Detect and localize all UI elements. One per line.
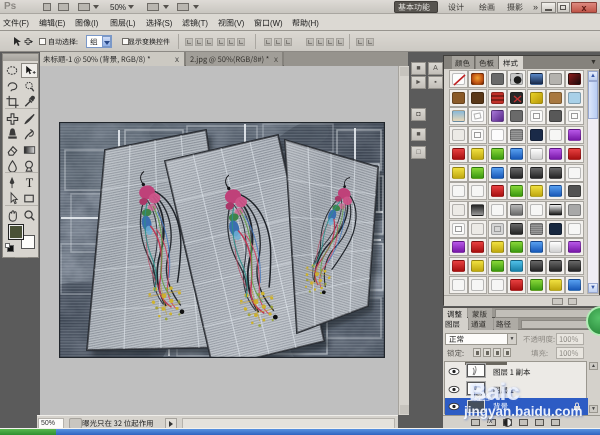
svg-text:(S): (S) <box>162 19 173 28</box>
svg-text:(L): (L) <box>126 19 136 28</box>
svg-text:(H): (H) <box>308 19 319 28</box>
svg-text:(F): (F) <box>19 19 29 28</box>
svg-text:(I): (I) <box>91 19 99 28</box>
svg-text:(V): (V) <box>234 19 245 28</box>
svg-text:(E): (E) <box>55 19 66 28</box>
svg-text:T: T <box>26 176 34 190</box>
svg-text:(W): (W) <box>270 19 283 28</box>
svg-text:(T): (T) <box>198 19 208 28</box>
